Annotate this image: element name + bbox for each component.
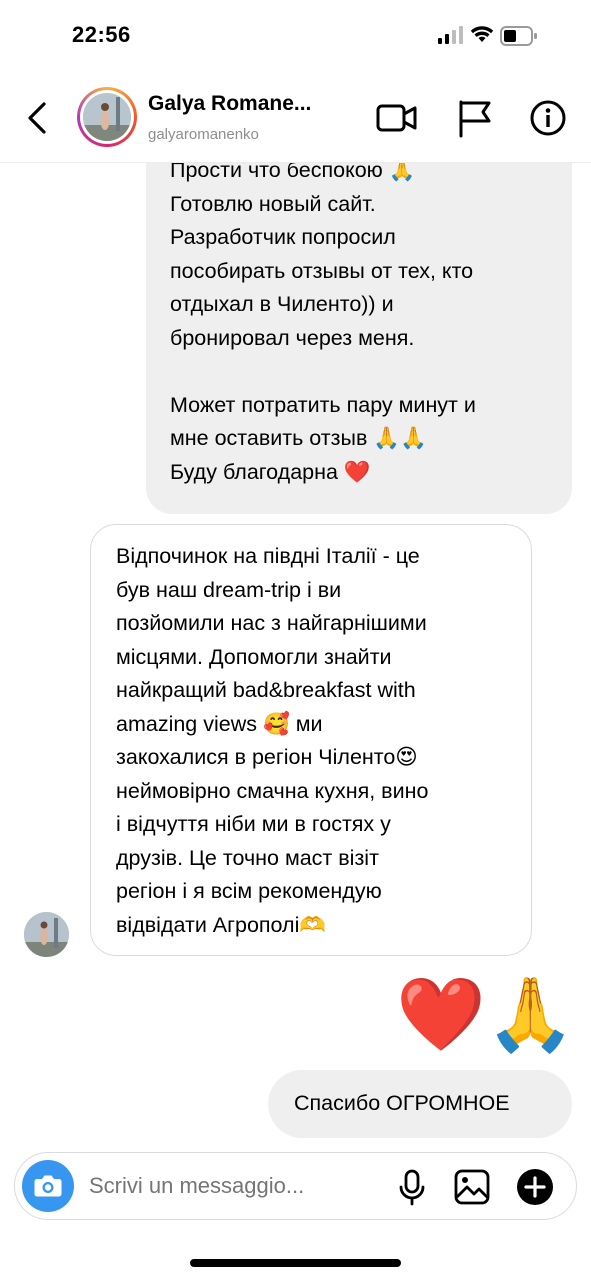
status-bar: 22:56 — [0, 0, 591, 70]
message-line: був наш dream-trip і ви — [116, 577, 342, 602]
emoji-message[interactable]: ❤️🙏 — [396, 970, 575, 1060]
contact-avatar[interactable] — [77, 87, 137, 147]
message-composer — [14, 1152, 577, 1220]
outgoing-message-bubble[interactable]: Спасибо ОГРОМНОЕ — [268, 1070, 572, 1138]
message-line: позйомили нас з найгарнішими — [116, 611, 427, 635]
camera-icon — [34, 1175, 62, 1197]
message-line: Відпочинок на півдні Італії - це — [116, 544, 420, 568]
chat-header: Galya Romane... galyaromanenko — [0, 70, 591, 163]
message-line: Готовлю новый сайт. — [170, 191, 376, 216]
home-indicator[interactable] — [190, 1259, 401, 1267]
flag-icon[interactable] — [455, 98, 497, 138]
message-line: Разработчик попросил — [170, 225, 396, 249]
contact-username[interactable]: galyaromanenko — [148, 126, 259, 143]
message-line: неймовірно смачна кухня, вино — [116, 778, 429, 803]
incoming-message-bubble[interactable]: Відпочинок на півдні Італії - це був наш… — [90, 524, 532, 956]
avatar-photo — [24, 912, 69, 957]
info-icon[interactable] — [527, 98, 569, 138]
avatar-photo — [83, 93, 131, 141]
message-line: найкращий bad&breakfast with — [116, 678, 416, 702]
message-input[interactable] — [89, 1173, 349, 1199]
status-time: 22:56 — [72, 22, 131, 47]
message-line: amazing views 🥰 ми — [116, 711, 323, 736]
plus-icon[interactable] — [516, 1168, 554, 1206]
message-line: закохалися в регіон Чіленто😍 — [116, 745, 418, 769]
sender-avatar[interactable] — [24, 912, 69, 957]
message-line: бронировал через меня. — [170, 325, 415, 350]
message-line: отдыхал в Чиленто)) и — [170, 292, 394, 316]
message-line: пособирать отзывы от тех, кто — [170, 258, 474, 283]
message-line: і відчуття ніби ми в гостях у — [116, 812, 391, 836]
contact-name[interactable]: Galya Romane... — [148, 92, 311, 116]
avatar-border — [80, 90, 134, 144]
message-line: місцями. Допомогли знайти — [116, 644, 392, 669]
cellular-signal-icon — [438, 26, 463, 44]
message-line: друзів. Це точно маст візіт — [116, 845, 379, 870]
message-text: Спасибо ОГРОМНОЕ — [294, 1091, 510, 1116]
chevron-left-icon[interactable] — [22, 98, 52, 138]
message-line: відвідати Агрополі🫶 — [116, 912, 327, 937]
outgoing-message-bubble[interactable]: Прости что беспокою 🙏 Готовлю новый сайт… — [146, 120, 572, 514]
message-line: мне оставить отзыв 🙏🙏 — [170, 426, 427, 450]
message-line: Может потратить пару минут и — [170, 392, 476, 417]
camera-button[interactable] — [22, 1160, 74, 1212]
microphone-icon[interactable] — [398, 1169, 426, 1207]
wifi-icon — [470, 26, 494, 42]
message-line: регіон і я всім рекомендую — [116, 879, 382, 903]
video-camera-icon[interactable] — [376, 98, 418, 138]
image-icon[interactable] — [454, 1169, 490, 1205]
message-line: Буду благодарна ❤️ — [170, 459, 371, 484]
battery-icon — [500, 26, 537, 46]
